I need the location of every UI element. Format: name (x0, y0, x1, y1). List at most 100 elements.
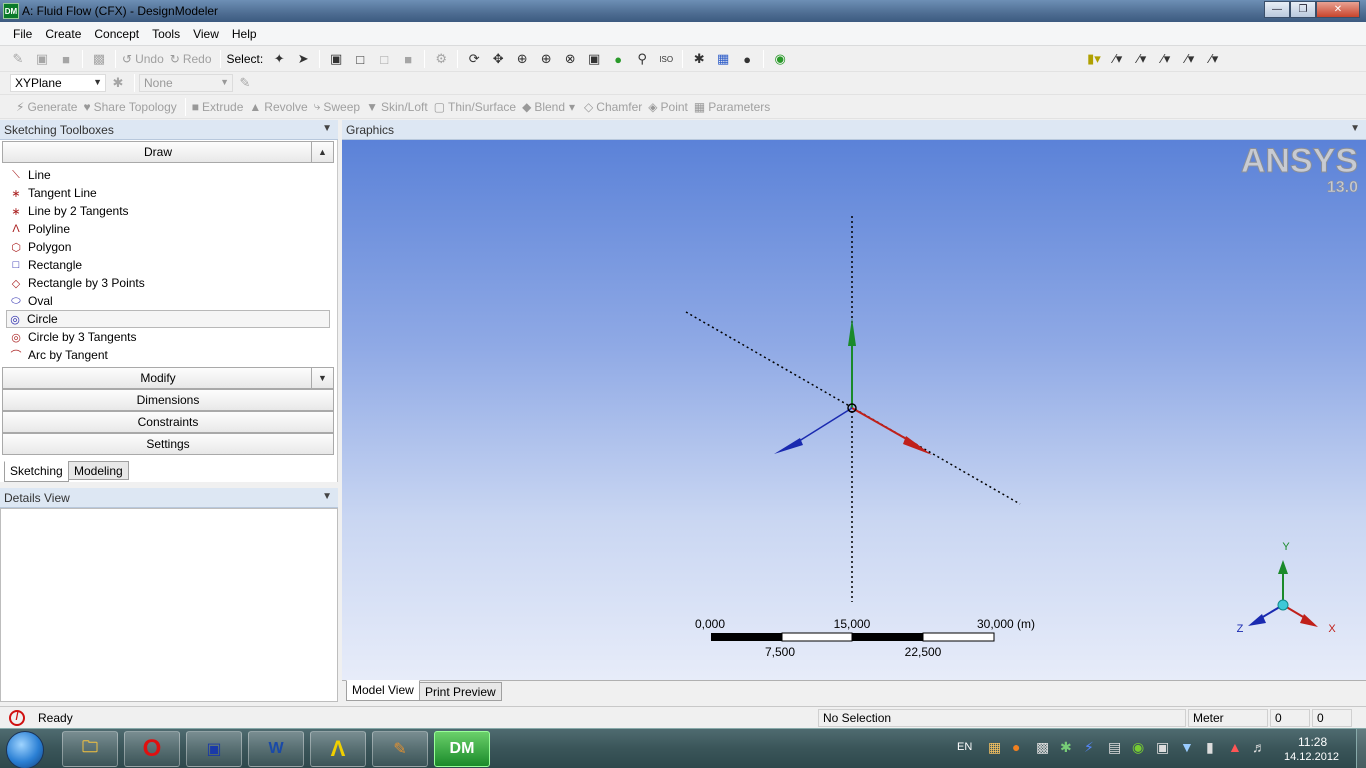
thin-surface-button[interactable]: ▢ Thin/Surface (434, 100, 516, 114)
dimension-icon-1[interactable]: ∕▾ (1108, 50, 1128, 68)
skin-loft-button[interactable]: ▼ Skin/Loft (366, 100, 428, 114)
pin-icon[interactable]: ▼ (322, 123, 332, 134)
point-button[interactable]: ◈ Point (648, 100, 688, 114)
menu-tools[interactable]: Tools (145, 27, 186, 41)
points-display-icon[interactable]: ● (737, 50, 757, 68)
select-edges-icon[interactable]: □ (350, 50, 370, 68)
save-disk-taskbar-icon[interactable]: ▣ (186, 731, 242, 767)
select-bodies-icon[interactable]: ■ (398, 50, 418, 68)
draw-item-polygon[interactable]: ⬡ Polygon (8, 238, 329, 256)
generate-button[interactable]: ⚡ Generate (16, 100, 77, 114)
magnify-icon[interactable]: ⚲ (632, 50, 652, 68)
dimensions-section-button[interactable]: Dimensions (2, 389, 334, 411)
volume-icon[interactable]: ♬ (1252, 739, 1266, 755)
zoom-fit-icon[interactable]: ● (608, 50, 628, 68)
draw-item-oval[interactable]: ⬭ Oval (8, 292, 329, 310)
settings-section-button[interactable]: Settings (2, 433, 334, 455)
save-icon[interactable]: ▣ (32, 50, 52, 68)
designmodeler-taskbar-icon[interactable]: DM (434, 731, 490, 767)
rotate-icon[interactable]: ⟳ (464, 50, 484, 68)
extend-select-icon[interactable]: ⚙ (431, 50, 451, 68)
menu-help[interactable]: Help (225, 27, 263, 41)
new-sketch-icon[interactable]: ✎ (235, 74, 255, 92)
network-icon[interactable]: ▲ (1228, 739, 1242, 755)
show-desktop-button[interactable] (1356, 729, 1366, 768)
tray-icon-3[interactable]: ✱ (1060, 739, 1072, 756)
zoom-box-icon[interactable]: ⊗ (560, 50, 580, 68)
draw-item-tangent-line[interactable]: ∗ Tangent Line (8, 184, 329, 202)
ansys-taskbar-icon[interactable]: Λ (310, 731, 366, 767)
tab-modeling[interactable]: Modeling (68, 461, 129, 480)
draw-item-rectangle[interactable]: □ Rectangle (8, 256, 329, 274)
draw-item-polyline[interactable]: Λ Polyline (8, 220, 329, 238)
maximize-button[interactable]: ❐ (1290, 1, 1316, 18)
draw-item-arc-by-tangent[interactable]: ⌒ Arc by Tangent (8, 346, 329, 364)
paint-taskbar-icon[interactable]: ✎ (372, 731, 428, 767)
menu-concept[interactable]: Concept (87, 27, 145, 41)
menu-create[interactable]: Create (38, 27, 87, 41)
display-toggle-icon[interactable]: ▮▾ (1084, 50, 1104, 68)
revolve-button[interactable]: ▲ Revolve (249, 100, 307, 114)
dimension-icon-4[interactable]: ∕▾ (1180, 50, 1200, 68)
dimension-icon-2[interactable]: ∕▾ (1132, 50, 1152, 68)
printer-icon[interactable]: ▩ (1036, 739, 1049, 756)
new-icon[interactable]: ✎ (8, 50, 28, 68)
language-indicator[interactable]: EN (957, 741, 972, 753)
scroll-down-icon[interactable]: ▼ (311, 368, 333, 388)
word-taskbar-icon[interactable]: W (248, 731, 304, 767)
menu-view[interactable]: View (186, 27, 225, 41)
parameters-button[interactable]: ▦ Parameters (694, 100, 770, 114)
zoom-icon[interactable]: ⊕ (512, 50, 532, 68)
draw-item-line[interactable]: ⟍ Line (8, 166, 329, 184)
menu-file[interactable]: File (6, 27, 38, 41)
model-view-icon[interactable]: ▦ (713, 50, 733, 68)
draw-item-rectangle-by-3-points[interactable]: ◇ Rectangle by 3 Points (8, 274, 329, 292)
tray-icon-5[interactable]: ▤ (1108, 739, 1121, 756)
select-faces-icon[interactable]: □ (374, 50, 394, 68)
select-points-icon[interactable]: ▣ (326, 50, 346, 68)
minimize-button[interactable]: — (1264, 1, 1290, 18)
battery-icon[interactable]: ▮ (1206, 739, 1214, 756)
draw-section-button[interactable]: Draw ▲ (2, 141, 334, 163)
new-plane-icon[interactable]: ✱ (108, 74, 128, 92)
blend-button[interactable]: ◆ Blend ▾ (522, 100, 578, 114)
tray-icon-2[interactable]: ● (1012, 739, 1020, 755)
draw-item-line-by-2-tangents[interactable]: ∗ Line by 2 Tangents (8, 202, 329, 220)
share-topology-button[interactable]: ♥ Share Topology (83, 100, 176, 114)
dimension-icon-3[interactable]: ∕▾ (1156, 50, 1176, 68)
constraints-section-button[interactable]: Constraints (2, 411, 334, 433)
pin-icon[interactable]: ▼ (1350, 123, 1360, 134)
zoom-window-icon[interactable]: ▣ (584, 50, 604, 68)
nvidia-icon[interactable]: ◉ (1132, 739, 1144, 756)
tab-sketching[interactable]: Sketching (4, 461, 69, 482)
tray-icon-4[interactable]: ⚡ (1084, 739, 1094, 756)
tab-print-preview[interactable]: Print Preview (419, 682, 502, 701)
close-button[interactable]: ✕ (1316, 1, 1360, 18)
scroll-up-icon[interactable]: ▲ (311, 142, 333, 162)
undo-button[interactable]: ↺ Undo (122, 52, 164, 66)
extrude-button[interactable]: ■ Extrude (192, 100, 244, 114)
pin-icon[interactable]: ▼ (322, 491, 332, 502)
look-at-icon[interactable]: ◉ (770, 50, 790, 68)
chamfer-button[interactable]: ◇ Chamfer (584, 100, 642, 114)
sweep-button[interactable]: ⤷ Sweep (314, 99, 360, 114)
draw-item-circle-by-3-tangents[interactable]: ◎ Circle by 3 Tangents (8, 328, 329, 346)
draw-item-circle[interactable]: ◎ Circle (6, 310, 330, 328)
viewport-canvas[interactable]: ANSYS 13.0 0,000 15,000 30,000 (m) 7,500… (342, 140, 1366, 680)
zoom-in-icon[interactable]: ⊕ (536, 50, 556, 68)
modify-section-button[interactable]: Modify ▼ (2, 367, 334, 389)
axis-triad-icon[interactable]: ✱ (689, 50, 709, 68)
clock-time[interactable]: 11:28 (1298, 735, 1327, 749)
sketch-select[interactable]: None ▼ (139, 74, 233, 92)
select-cursor-icon[interactable]: ✦ (269, 50, 289, 68)
tab-model-view[interactable]: Model View (346, 680, 420, 701)
export-icon[interactable]: ■ (56, 50, 76, 68)
plane-select[interactable]: XYPlane ▼ (10, 74, 106, 92)
explorer-taskbar-icon[interactable]: 🗀 (62, 731, 118, 767)
pan-icon[interactable]: ✥ (488, 50, 508, 68)
tray-icon-6[interactable]: ▣ (1156, 739, 1169, 756)
print-icon[interactable]: ▩ (89, 50, 109, 68)
iso-view-icon[interactable]: ISO (656, 50, 676, 68)
graphics-viewport[interactable]: ANSYS 13.0 0,000 15,000 30,000 (m) 7,500… (342, 140, 1366, 680)
tray-icon-7[interactable]: ▼ (1180, 739, 1194, 755)
